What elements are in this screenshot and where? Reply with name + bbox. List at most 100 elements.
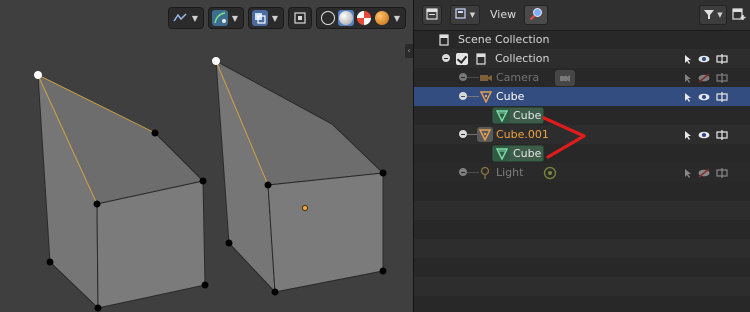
chevron-down-icon: ▼ — [191, 13, 199, 23]
tree-row-collection[interactable]: Collection — [414, 49, 750, 68]
tree-row-empty — [414, 258, 750, 277]
tree-row-empty — [414, 220, 750, 239]
display-mode-icon — [455, 7, 468, 23]
object-origin-dot — [301, 204, 309, 212]
row-label-active: Cube.001 — [496, 128, 549, 141]
blender-window: ▼ ▼ ▼ ▼ ‹ ▼ View ▼ Scene Collection Coll… — [0, 0, 750, 312]
vertex-selected[interactable] — [212, 57, 220, 65]
outliner-tree: Scene Collection Collection Camera Cube … — [414, 30, 750, 296]
vertex[interactable] — [379, 267, 387, 275]
view-menu[interactable]: View — [490, 8, 516, 21]
scene-collection-icon — [436, 32, 452, 47]
object-right-cube[interactable] — [212, 57, 387, 296]
camera-render-icon[interactable] — [716, 166, 728, 179]
tree-row-light[interactable]: Light — [414, 163, 750, 182]
gizmo-icon — [212, 10, 228, 26]
camera-render-icon[interactable] — [716, 71, 728, 84]
collapse-toggle-icon[interactable] — [459, 92, 467, 100]
row-label: Camera — [496, 71, 540, 84]
eye-icon[interactable] — [698, 52, 710, 65]
viewport-header: ▼ ▼ ▼ ▼ — [168, 7, 406, 29]
collapse-toggle-icon[interactable] — [459, 130, 467, 138]
vertex[interactable] — [379, 169, 387, 177]
expand-toggle-icon[interactable] — [459, 168, 467, 176]
new-collection-button[interactable] — [730, 5, 748, 25]
filter-dropdown[interactable]: ▼ — [699, 5, 727, 25]
vertex[interactable] — [93, 200, 101, 208]
editor-type-icon — [426, 7, 438, 23]
mesh-data-icon — [494, 108, 510, 123]
collapse-toggle-icon[interactable] — [442, 54, 450, 62]
solid-shading-icon[interactable] — [338, 10, 354, 26]
mesh-data-icon — [494, 146, 510, 161]
wireframe-shading-icon[interactable] — [320, 10, 336, 26]
material-preview-icon[interactable] — [356, 10, 372, 26]
search-button[interactable] — [524, 5, 548, 25]
exclude-checkbox[interactable] — [456, 53, 468, 65]
row-label: Collection — [495, 52, 550, 65]
shading-modes[interactable]: ▼ — [316, 7, 406, 29]
tree-row-cube001-mesh[interactable]: Cube — [414, 144, 750, 163]
vertex[interactable] — [94, 304, 102, 312]
overlays-dropdown[interactable]: ▼ — [248, 7, 284, 29]
row-label: Scene Collection — [458, 33, 550, 46]
display-mode-dropdown[interactable]: ▼ — [450, 5, 480, 25]
filter-icon — [703, 8, 715, 23]
chevron-down-icon: ▼ — [231, 13, 239, 23]
eye-hidden-icon[interactable] — [698, 71, 710, 84]
expand-toggle-icon[interactable] — [459, 73, 467, 81]
light-object-icon — [477, 165, 493, 180]
tree-row-cube-mesh[interactable]: Cube — [414, 106, 750, 125]
gizmo-dropdown[interactable]: ▼ — [208, 7, 244, 29]
chevron-down-icon: ▼ — [393, 13, 401, 23]
viewport-scene[interactable] — [0, 0, 413, 312]
outliner-editor: ▼ View ▼ Scene Collection Collection Cam… — [414, 0, 750, 312]
vertex[interactable] — [271, 288, 279, 296]
rendered-shading-icon[interactable] — [374, 10, 390, 26]
vertex[interactable] — [201, 281, 209, 289]
xray-toggle[interactable] — [288, 7, 312, 29]
vertex[interactable] — [225, 239, 233, 247]
chevron-down-icon: ▼ — [469, 11, 476, 19]
eye-icon[interactable] — [698, 90, 710, 103]
select-mode-icon — [172, 10, 188, 26]
overlays-icon — [252, 10, 268, 26]
vertex[interactable] — [264, 181, 272, 189]
mesh-object-icon — [478, 89, 494, 104]
eye-hidden-icon[interactable] — [698, 166, 710, 179]
vertex[interactable] — [46, 258, 54, 266]
row-label: Cube — [513, 109, 542, 122]
camera-render-icon[interactable] — [716, 90, 728, 103]
editor-type-button[interactable] — [422, 5, 442, 25]
chevron-down-icon: ▼ — [271, 13, 279, 23]
vertex[interactable] — [151, 129, 159, 137]
select-arrow-icon[interactable] — [682, 71, 694, 84]
tree-row-empty — [414, 277, 750, 296]
select-arrow-icon[interactable] — [682, 166, 694, 179]
select-mode-dropdown[interactable]: ▼ — [168, 7, 204, 29]
object-left-cube[interactable] — [34, 71, 209, 312]
camera-object-icon — [478, 70, 494, 85]
tree-row-cube[interactable]: Cube — [414, 87, 750, 106]
eye-icon[interactable] — [698, 128, 710, 141]
camera-render-icon[interactable] — [716, 128, 728, 141]
tree-row-camera[interactable]: Camera — [414, 68, 750, 87]
face-front-right — [267, 172, 384, 293]
select-arrow-icon[interactable] — [682, 90, 694, 103]
vertex[interactable] — [199, 177, 207, 185]
camera-render-icon[interactable] — [716, 52, 728, 65]
tree-row-empty — [414, 239, 750, 258]
tree-row-empty — [414, 182, 750, 201]
xray-icon — [292, 10, 308, 26]
row-label: Cube — [513, 147, 542, 160]
select-arrow-icon[interactable] — [682, 128, 694, 141]
select-arrow-icon[interactable] — [682, 52, 694, 65]
row-label: Light — [496, 166, 524, 179]
vertex-selected[interactable] — [34, 71, 42, 79]
3d-viewport[interactable]: ▼ ▼ ▼ ▼ ‹ — [0, 0, 414, 312]
chevron-down-icon: ▼ — [717, 11, 723, 19]
sidebar-toggle-arrow[interactable]: ‹ — [405, 44, 413, 58]
tree-row-scene-collection[interactable]: Scene Collection — [414, 30, 750, 49]
search-icon — [529, 7, 543, 24]
tree-row-cube001[interactable]: Cube.001 — [414, 125, 750, 144]
